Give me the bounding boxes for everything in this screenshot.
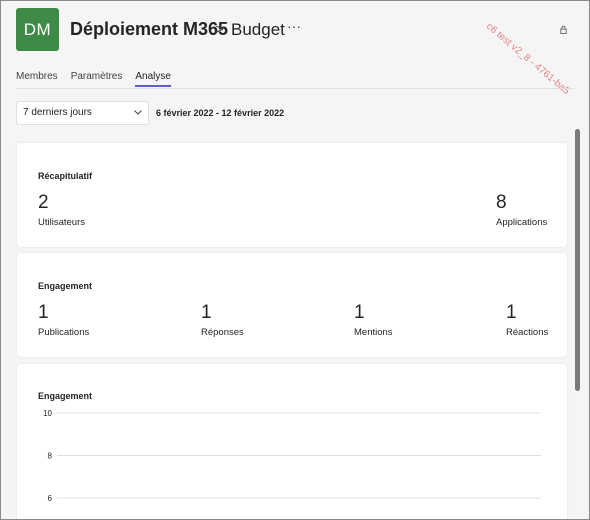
tab-bar: Membres Paramètres Analyse: [16, 71, 171, 87]
apps-metric: 8 Applications: [496, 192, 548, 229]
mentions-metric: 1 Mentions: [354, 302, 393, 339]
publications-metric: 1 Publications: [38, 302, 90, 339]
team-name[interactable]: Déploiement M365: [70, 19, 228, 40]
chart-y-tick-label: 8: [48, 452, 53, 461]
vertical-scrollbar[interactable]: [575, 129, 580, 391]
tab-membres[interactable]: Membres: [16, 71, 58, 87]
breadcrumb-chevron-icon: >: [215, 21, 224, 38]
period-dropdown-value: 7 derniers jours: [23, 107, 92, 118]
analytics-content: Récapitulatif 2 Utilisateurs 8 Applicati…: [1, 129, 589, 519]
users-metric: 2 Utilisateurs: [38, 192, 85, 229]
reactions-metric: 1 Réactions: [506, 302, 549, 339]
mentions-label: Mentions: [354, 327, 393, 338]
chevron-down-icon: [134, 110, 142, 115]
mentions-value: 1: [354, 302, 365, 323]
tabs-divider: [16, 88, 574, 89]
apps-value: 8: [496, 192, 507, 213]
apps-label: Applications: [496, 217, 548, 228]
chart-y-tick-label: 10: [43, 409, 52, 418]
team-avatar[interactable]: DM: [16, 8, 59, 51]
publications-label: Publications: [38, 327, 90, 338]
users-label: Utilisateurs: [38, 217, 85, 228]
replies-value: 1: [201, 302, 212, 323]
reactions-value: 1: [506, 302, 517, 323]
engagement-card: Engagement 1 Publications 1 Réponses 1 M…: [17, 253, 567, 357]
tab-analyse[interactable]: Analyse: [135, 71, 171, 87]
replies-metric: 1 Réponses: [201, 302, 244, 339]
tab-parametres[interactable]: Paramètres: [71, 71, 123, 87]
channel-header: DM Déploiement M365 > Budget ··· c6 test…: [1, 1, 589, 99]
reactions-label: Réactions: [506, 327, 549, 338]
channel-name[interactable]: Budget: [231, 20, 285, 40]
app-window: DM Déploiement M365 > Budget ··· c6 test…: [0, 0, 590, 520]
users-value: 2: [38, 192, 49, 213]
more-options-icon[interactable]: ···: [287, 18, 301, 34]
replies-label: Réponses: [201, 327, 244, 338]
chart-y-tick-label: 6: [48, 494, 53, 503]
engagement-chart: 10 8 6: [43, 409, 541, 503]
period-dropdown[interactable]: 7 derniers jours: [16, 101, 149, 125]
lock-icon: [560, 25, 567, 34]
engagement-chart-card: Engagement 10 8 6: [17, 364, 567, 519]
engagement-title: Engagement: [38, 281, 93, 291]
summary-title: Récapitulatif: [38, 171, 93, 181]
publications-value: 1: [38, 302, 49, 323]
date-range-text: 6 février 2022 - 12 février 2022: [156, 108, 285, 118]
summary-card: Récapitulatif 2 Utilisateurs 8 Applicati…: [17, 143, 567, 247]
